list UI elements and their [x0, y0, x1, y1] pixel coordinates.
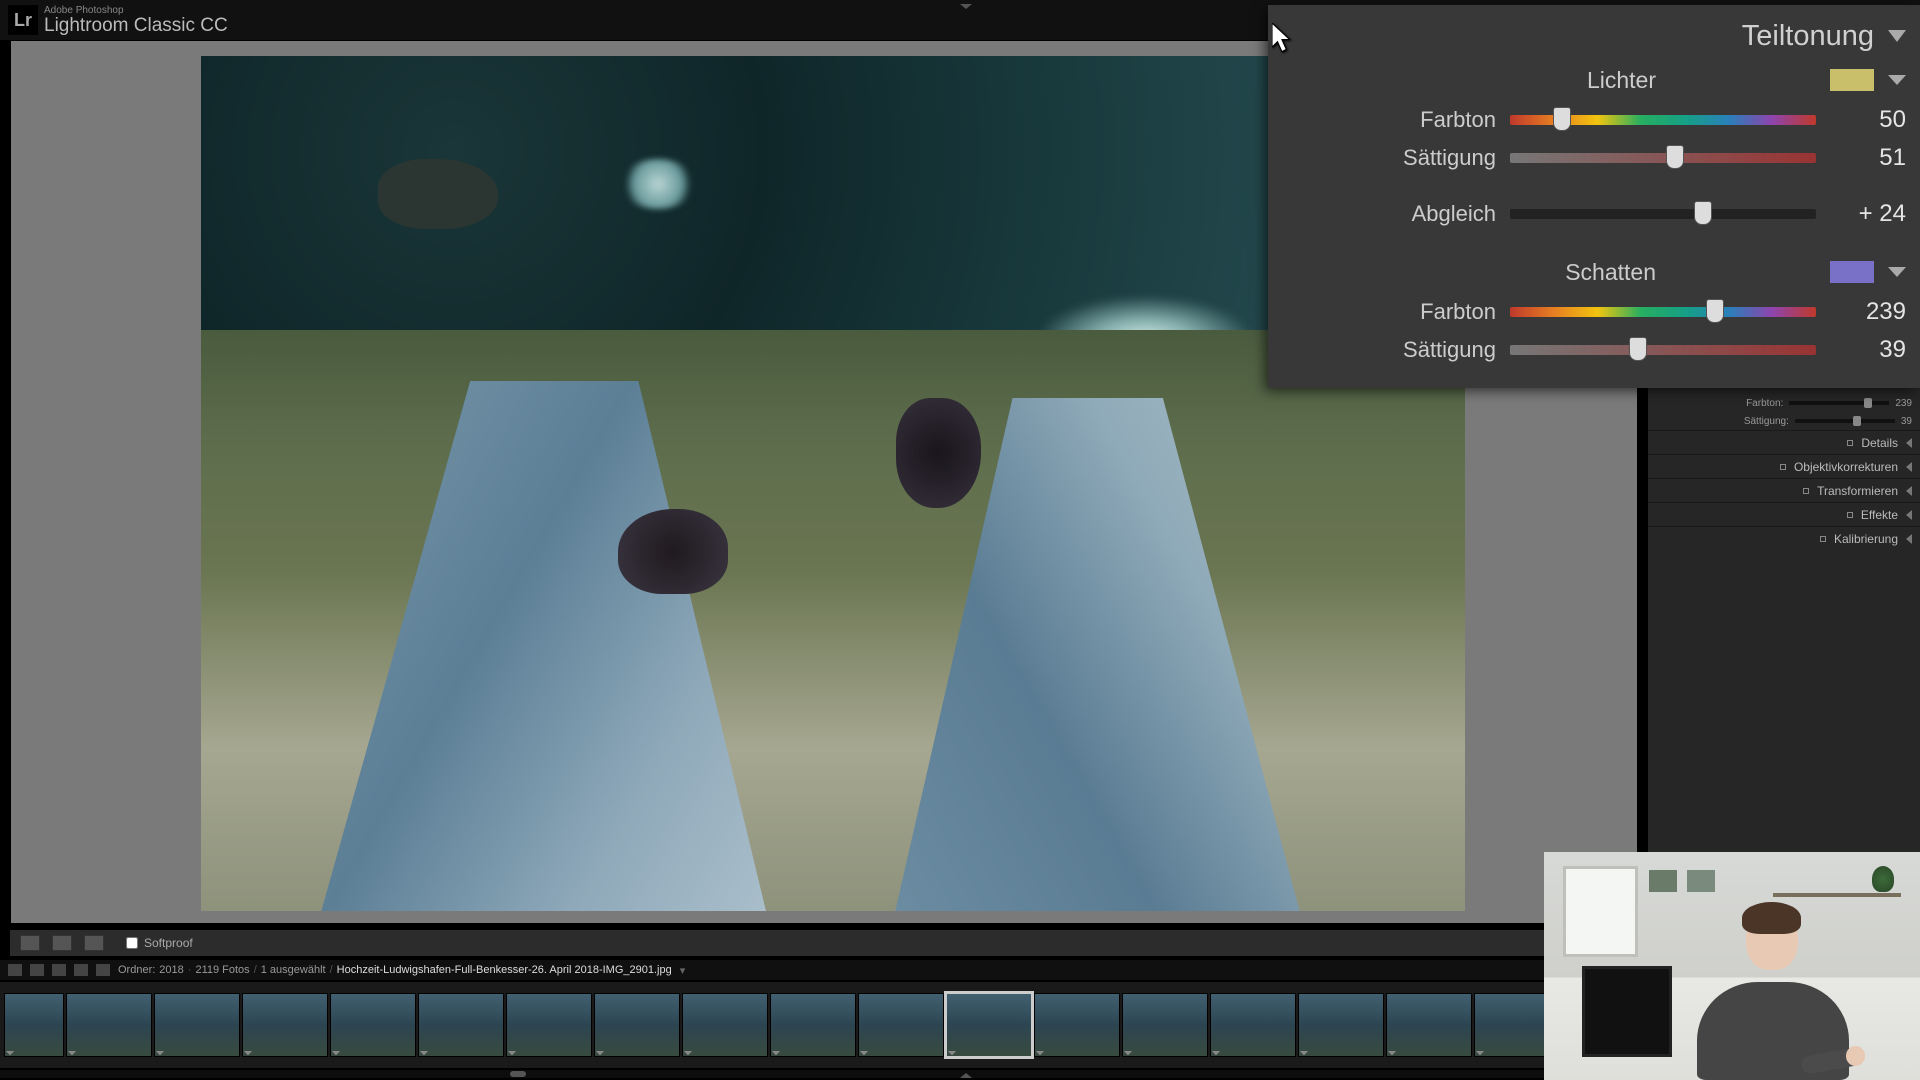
secondary-display-icon[interactable]	[30, 964, 44, 976]
highlights-sat-value[interactable]: 51	[1830, 144, 1906, 172]
thumbnail[interactable]	[242, 993, 328, 1057]
primary-display-icon[interactable]	[8, 964, 22, 976]
thumbnail[interactable]	[418, 993, 504, 1057]
highlights-hue-slider[interactable]	[1510, 115, 1816, 125]
split-toning-panel: Teiltonung Lichter Farbton 50 Sättigung …	[1268, 5, 1920, 388]
mini-saettigung-slider[interactable]	[1795, 419, 1895, 423]
thumbnail[interactable]	[154, 993, 240, 1057]
selected-count: 1 ausgewählt	[261, 964, 326, 976]
shadows-sat-value[interactable]: 39	[1830, 336, 1906, 364]
thumbnail[interactable]	[682, 993, 768, 1057]
mouse-cursor-icon	[1272, 23, 1294, 53]
shadows-hue-value[interactable]: 239	[1830, 298, 1906, 326]
highlights-hue-row: Farbton 50	[1282, 101, 1906, 139]
shadows-hue-row: Farbton 239	[1282, 293, 1906, 331]
mini-farbton-slider[interactable]	[1789, 401, 1889, 405]
chevron-left-icon	[1906, 462, 1912, 472]
loupe-view-button[interactable]	[20, 935, 40, 951]
thumbnail[interactable]	[1298, 993, 1384, 1057]
thumbnail[interactable]	[1034, 993, 1120, 1057]
shadows-sat-slider[interactable]	[1510, 345, 1816, 355]
back-icon[interactable]	[74, 964, 88, 976]
chevron-left-icon	[1906, 438, 1912, 448]
thumbnail[interactable]	[594, 993, 680, 1057]
mini-saettigung-value: 39	[1901, 416, 1912, 427]
section-calibration[interactable]: Kalibrierung	[1648, 526, 1920, 550]
chevron-left-icon	[1906, 510, 1912, 520]
filmstrip-scrollbar[interactable]	[0, 1070, 1546, 1078]
shadows-dropdown-icon[interactable]	[1888, 267, 1906, 277]
thumbnail[interactable]	[1386, 993, 1472, 1057]
shadows-swatch[interactable]	[1830, 261, 1874, 283]
thumbnail[interactable]	[330, 993, 416, 1057]
view-toolbar: Softproof	[10, 930, 1546, 956]
forward-icon[interactable]	[96, 964, 110, 976]
folder-year: 2018	[159, 964, 183, 976]
highlights-swatch[interactable]	[1830, 69, 1874, 91]
softproof-checkbox[interactable]	[126, 937, 138, 949]
collapse-header-icon[interactable]	[960, 4, 972, 9]
grid-icon[interactable]	[52, 964, 66, 976]
highlights-hue-label: Farbton	[1282, 107, 1496, 133]
softproof-label: Softproof	[144, 936, 193, 950]
webcam-overlay	[1544, 852, 1920, 1080]
thumbnail-selected[interactable]	[946, 993, 1032, 1057]
balance-value[interactable]: + 24	[1830, 200, 1906, 228]
filmstrip-info-bar: Ordner: 2018 · 2119 Fotos / 1 ausgewählt…	[0, 960, 1546, 980]
highlights-dropdown-icon[interactable]	[1888, 75, 1906, 85]
mini-saettigung-label: Sättigung:	[1744, 416, 1789, 427]
highlights-sat-row: Sättigung 51	[1282, 139, 1906, 177]
panel-title: Teiltonung	[1742, 20, 1874, 53]
mini-saettigung-row[interactable]: Sättigung: 39	[1648, 412, 1920, 430]
shadows-hue-slider[interactable]	[1510, 307, 1816, 317]
shadows-hue-label: Farbton	[1282, 299, 1496, 325]
highlights-sat-label: Sättigung	[1282, 145, 1496, 171]
thumbnail[interactable]	[1122, 993, 1208, 1057]
thumbnail[interactable]	[4, 993, 64, 1057]
section-lens[interactable]: Objektivkorrekturen	[1648, 454, 1920, 478]
app-tagline: Adobe Photoshop	[44, 6, 228, 16]
highlights-heading: Lichter	[1587, 67, 1656, 94]
folder-label: Ordner:	[118, 964, 155, 976]
softproof-toggle[interactable]: Softproof	[126, 936, 193, 950]
app-name: Lightroom Classic CC	[44, 16, 228, 35]
panel-collapse-icon[interactable]	[1888, 30, 1906, 42]
survey-view-button[interactable]	[84, 935, 104, 951]
thumbnail[interactable]	[770, 993, 856, 1057]
mini-farbton-label: Farbton:	[1746, 398, 1783, 409]
chevron-left-icon	[1906, 486, 1912, 496]
thumbnail[interactable]	[1474, 993, 1546, 1057]
thumbnail[interactable]	[858, 993, 944, 1057]
expand-filmstrip-icon[interactable]	[960, 1073, 972, 1078]
shadows-heading: Schatten	[1565, 259, 1656, 286]
chevron-left-icon	[1906, 534, 1912, 544]
photo-count: 2119 Fotos	[195, 964, 249, 976]
mini-farbton-value: 239	[1895, 398, 1912, 409]
current-filename: Hochzeit-Ludwigshafen-Full-Benkesser-26.…	[337, 964, 672, 976]
balance-label: Abgleich	[1282, 201, 1496, 227]
highlights-hue-value[interactable]: 50	[1830, 106, 1906, 134]
section-details[interactable]: Details	[1648, 430, 1920, 454]
thumbnail[interactable]	[66, 993, 152, 1057]
balance-row: Abgleich + 24	[1282, 195, 1906, 233]
section-effects[interactable]: Effekte	[1648, 502, 1920, 526]
section-transform[interactable]: Transformieren	[1648, 478, 1920, 502]
mini-farbton-row[interactable]: Farbton: 239	[1648, 394, 1920, 412]
thumbnail[interactable]	[506, 993, 592, 1057]
highlights-sat-slider[interactable]	[1510, 153, 1816, 163]
shadows-sat-label: Sättigung	[1282, 337, 1496, 363]
filmstrip[interactable]	[0, 982, 1546, 1068]
compare-view-button[interactable]	[52, 935, 72, 951]
shadows-sat-row: Sättigung 39	[1282, 331, 1906, 369]
lightroom-logo: Lr	[8, 5, 38, 35]
balance-slider[interactable]	[1510, 209, 1816, 219]
thumbnail[interactable]	[1210, 993, 1296, 1057]
